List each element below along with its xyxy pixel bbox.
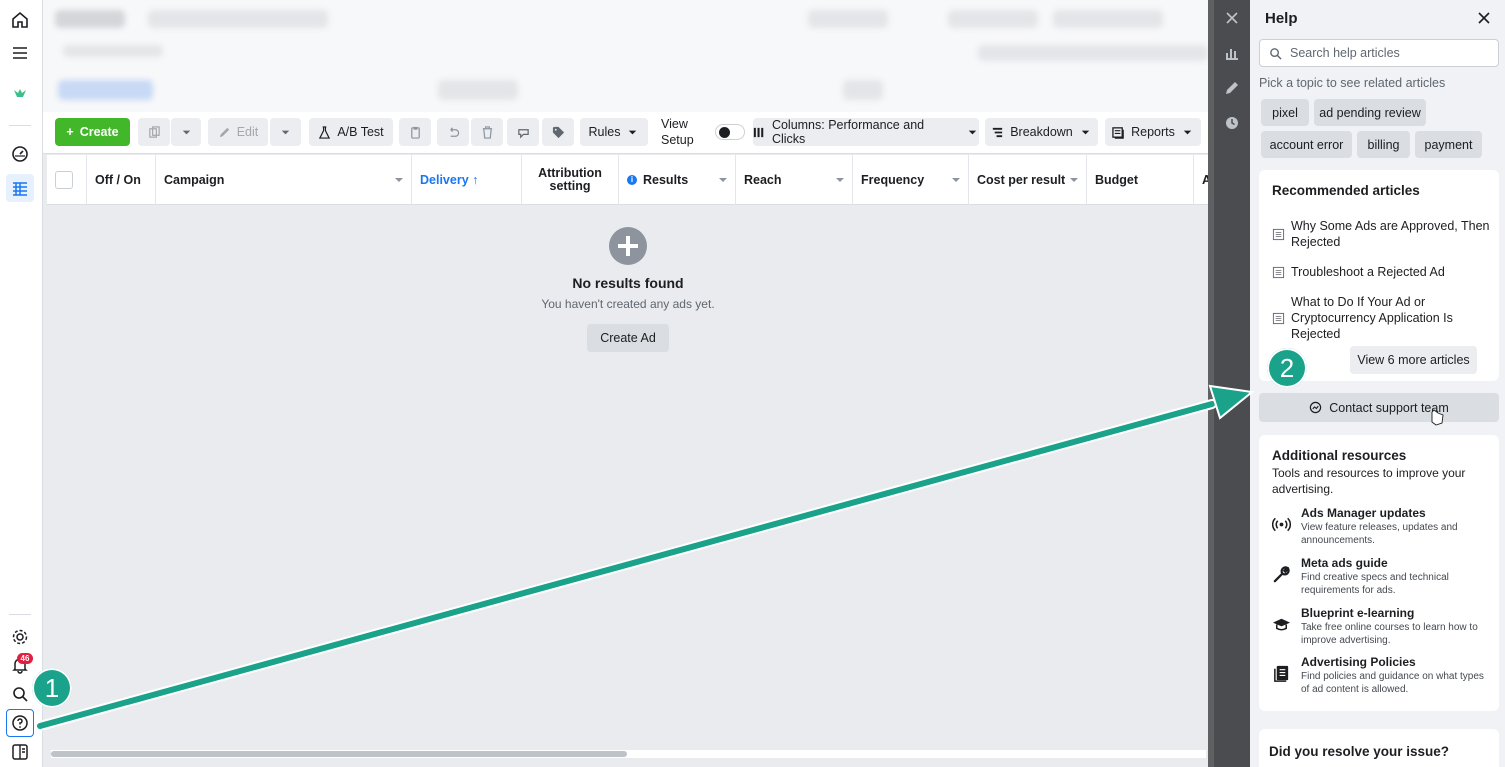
step-1-marker: 1 — [32, 668, 72, 708]
step-2-marker: 2 — [1267, 348, 1307, 388]
hand-cursor-icon — [1431, 409, 1444, 426]
